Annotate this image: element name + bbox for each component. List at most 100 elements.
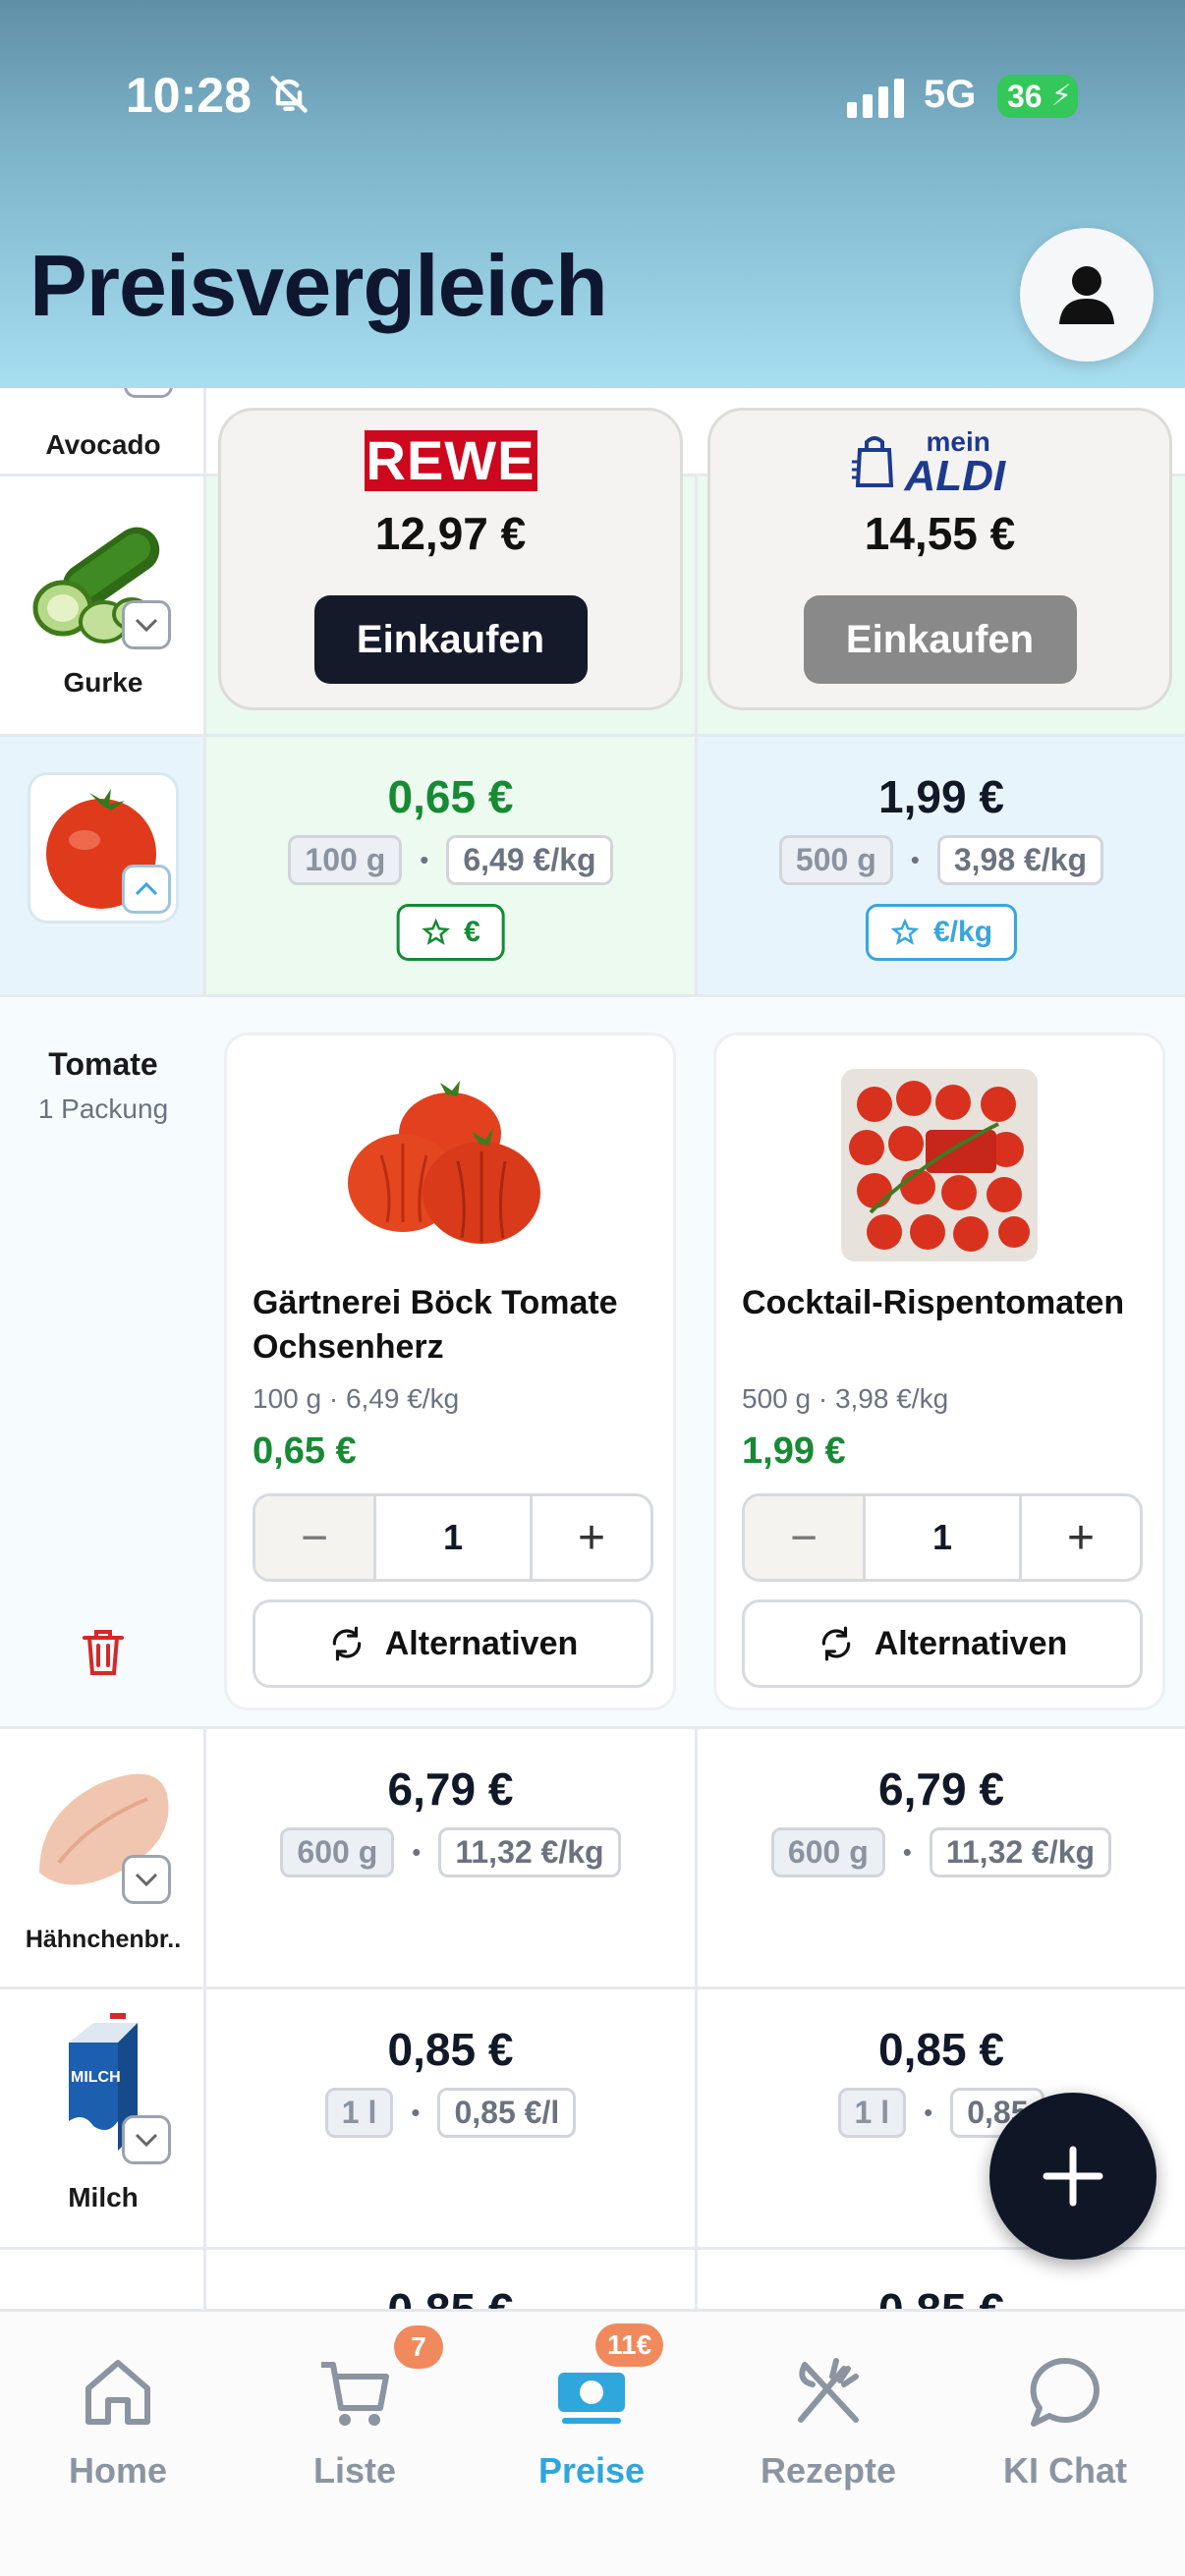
product-price: 0,65 € <box>253 1430 357 1472</box>
fork-knife-icon <box>798 2358 859 2423</box>
app-root: Avocado Gurke 0,65 € 100 g • 6,49 €/kg €… <box>0 0 1185 2576</box>
alternatives-button[interactable]: Alternativen <box>253 1599 653 1688</box>
amount-chip: 1 l <box>837 2088 907 2138</box>
product-image-ochsenherz <box>348 1081 540 1244</box>
store-cell-rewe[interactable]: 0,65 € 100 g • 6,49 €/kg € <box>206 737 698 994</box>
price-value: 0,65 € <box>387 771 514 822</box>
product-meta: 100 g · 6,49 €/kg <box>253 1383 460 1414</box>
quantity-value: 1 <box>373 1496 533 1579</box>
trash-icon[interactable] <box>81 1626 126 1677</box>
tab-liste[interactable]: Liste 7 <box>256 2325 453 2492</box>
product-card-rewe[interactable]: Gärtnerei Böck Tomate Ochsenherz 100 g ·… <box>224 1033 676 1710</box>
store-cell-rewe[interactable]: 6,79 € 600 g • 11,32 €/kg <box>206 1729 698 1987</box>
price-meta: 600 g • 11,32 €/kg <box>698 1827 1185 1877</box>
tab-label: Home <box>68 2450 168 2491</box>
add-button[interactable] <box>989 2093 1157 2260</box>
alternatives-button[interactable]: Alternativen <box>742 1599 1143 1688</box>
best-label: €/kg <box>932 916 993 948</box>
shopping-bag-icon <box>851 436 893 487</box>
profile-button[interactable] <box>1020 228 1154 362</box>
decrement-button[interactable]: − <box>255 1496 373 1579</box>
star-icon <box>890 918 920 945</box>
product-name: Cocktail-Rispentomaten <box>742 1284 1125 1321</box>
star-icon <box>421 918 450 945</box>
product-card-aldi[interactable]: Cocktail-Rispentomaten 500 g · 3,98 €/kg… <box>713 1033 1165 1710</box>
store-cell-rewe[interactable]: 0,85 € 1 l • 0,85 €/l <box>206 1989 698 2247</box>
separator-dot: • <box>902 1837 912 1867</box>
item-quantity: 1 Packung <box>37 1093 169 1124</box>
signal-icon <box>847 79 904 118</box>
battery-indicator: 36 ⚡ <box>997 75 1078 118</box>
separator-dot: • <box>412 1837 422 1867</box>
refresh-icon <box>821 1626 851 1661</box>
increment-button[interactable]: + <box>533 1496 650 1579</box>
einkaufen-button-rewe[interactable]: Einkaufen <box>313 595 588 684</box>
unit-price-chip: 6,49 €/kg <box>446 835 613 885</box>
einkaufen-button-aldi[interactable]: Einkaufen <box>803 595 1077 684</box>
product-name: Gärtnerei Böck Tomate Ochsenherz <box>253 1284 618 1366</box>
chevron-down-icon[interactable] <box>122 2115 171 2164</box>
aldi-logo: mein ALDI <box>851 426 1029 500</box>
increment-button[interactable]: + <box>1022 1496 1140 1579</box>
chevron-down-icon[interactable] <box>122 1855 171 1904</box>
tomate-detail: Tomate 1 Packung Gärtnerei Böck Tomate O… <box>0 997 1185 1729</box>
savings-badge: 11€ <box>595 2324 664 2367</box>
svg-text:MILCH: MILCH <box>71 2069 121 2086</box>
quantity-stepper[interactable]: − 1 + <box>742 1493 1143 1582</box>
store-cell-aldi[interactable]: 6,79 € 600 g • 11,32 €/kg <box>698 1729 1185 1987</box>
item-cell: Gurke <box>0 476 206 734</box>
user-icon <box>1059 266 1114 324</box>
tab-label: KI Chat <box>1003 2450 1127 2491</box>
app-header: 10:28 5G 36 ⚡ Preisvergleich <box>0 0 1185 388</box>
chat-icon <box>1030 2357 1100 2427</box>
item-name: Milch <box>68 2182 139 2212</box>
item-cell: MILCH Milch <box>0 1989 206 2247</box>
best-price-badge: € <box>396 904 505 961</box>
separator-dot: • <box>910 845 920 874</box>
page-title: Preisvergleich <box>29 237 608 334</box>
tab-preise[interactable]: Preise 11€ <box>493 2324 690 2492</box>
price-value: 6,79 € <box>878 1764 1004 1815</box>
table-row-haehnchen[interactable]: Hähnchenbr.. 6,79 € 600 g • 11,32 €/kg 6… <box>0 1729 1185 1989</box>
alternatives-label: Alternativen <box>384 1624 579 1662</box>
price-value: 0,85 € <box>387 2024 514 2075</box>
price-meta: 100 g • 6,49 €/kg <box>206 835 695 885</box>
tab-bar: Home Liste 7 Preise 11€ Rezepte KI Chat <box>0 2309 1185 2576</box>
store-total: 12,97 € <box>374 508 527 559</box>
quantity-stepper[interactable]: − 1 + <box>253 1493 653 1582</box>
product-price: 1,99 € <box>742 1430 846 1472</box>
chevron-up-icon[interactable] <box>122 865 171 914</box>
refresh-icon <box>332 1626 362 1661</box>
tab-rezepte[interactable]: Rezepte <box>730 2353 927 2492</box>
unit-price-chip: 11,32 €/kg <box>438 1827 621 1877</box>
tab-home[interactable]: Home <box>20 2353 216 2492</box>
store-cell-aldi[interactable]: 1,99 € 500 g • 3,98 €/kg €/kg <box>698 737 1185 994</box>
unit-price-chip: 11,32 €/kg <box>929 1827 1112 1877</box>
chevron-down-icon[interactable] <box>122 600 171 649</box>
amount-chip: 600 g <box>280 1827 395 1877</box>
item-detail-cell: Tomate 1 Packung <box>0 997 206 1726</box>
separator-dot: • <box>411 2098 421 2127</box>
list-count-badge: 7 <box>394 2325 443 2369</box>
amount-chip: 500 g <box>778 835 893 885</box>
best-unit-price-badge: €/kg <box>865 904 1018 961</box>
tab-ki-chat[interactable]: KI Chat <box>967 2353 1163 2492</box>
tab-label: Rezepte <box>760 2450 897 2491</box>
unit-price-chip: 3,98 €/kg <box>936 835 1104 885</box>
home-icon <box>85 2360 150 2425</box>
decrement-button[interactable]: − <box>745 1496 863 1579</box>
price-meta: 500 g • 3,98 €/kg <box>698 835 1185 885</box>
cart-icon <box>321 2362 389 2426</box>
tab-label: Preise <box>537 2450 646 2491</box>
table-row-tomate[interactable]: 0,65 € 100 g • 6,49 €/kg € 1,99 € 500 g … <box>0 737 1185 997</box>
item-cell: Hähnchenbr.. <box>0 1729 206 1987</box>
amount-chip: 600 g <box>770 1827 885 1877</box>
aldi-logo-text: ALDI <box>904 452 1006 500</box>
product-image-cocktail-tomaten <box>841 1069 1038 1261</box>
price-meta: 1 l • 0,85 €/l <box>206 2088 695 2138</box>
store-card-rewe: REWE 12,97 € Einkaufen <box>218 408 683 710</box>
product-meta: 500 g · 3,98 €/kg <box>742 1383 949 1414</box>
price-meta: 600 g • 11,32 €/kg <box>206 1827 695 1877</box>
price-value: 6,79 € <box>387 1764 514 1815</box>
item-name: Gurke <box>63 667 143 698</box>
